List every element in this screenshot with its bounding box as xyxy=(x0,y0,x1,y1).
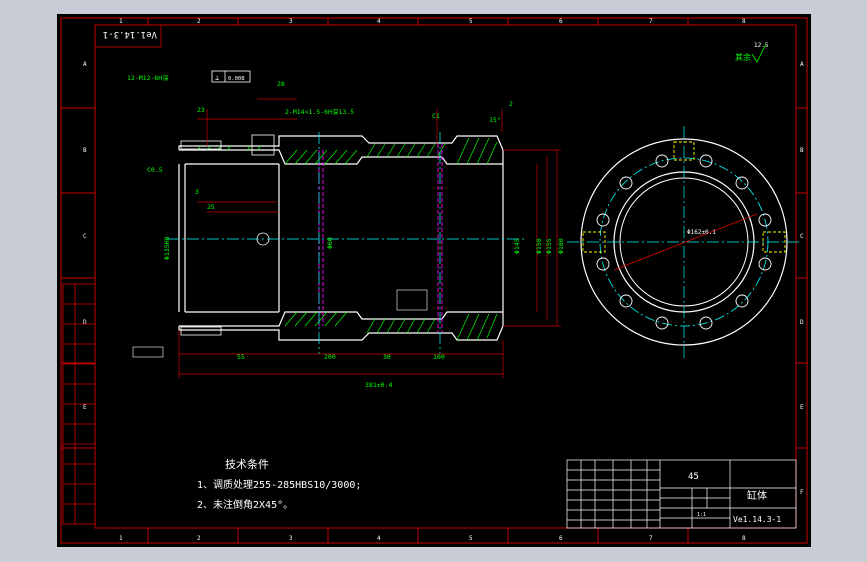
tech-line-1: 1、调质处理255-285HBS10/3000; xyxy=(197,479,361,491)
svg-text:Φ135H8: Φ135H8 xyxy=(163,236,171,260)
svg-text:2: 2 xyxy=(197,535,201,542)
svg-text:Φ60: Φ60 xyxy=(326,237,334,249)
svg-text:8: 8 xyxy=(742,18,746,25)
svg-text:A: A xyxy=(800,61,804,68)
svg-text:100: 100 xyxy=(433,353,445,361)
svg-text:381±0.4: 381±0.4 xyxy=(365,381,392,389)
svg-text:E: E xyxy=(83,404,87,411)
svg-text:5: 5 xyxy=(469,535,473,542)
svg-text:8: 8 xyxy=(742,535,746,542)
side-table xyxy=(62,283,96,525)
svg-text:3: 3 xyxy=(289,535,293,542)
svg-text:4: 4 xyxy=(377,535,381,542)
svg-text:Φ180: Φ180 xyxy=(557,238,565,254)
svg-text:7: 7 xyxy=(649,18,653,25)
svg-text:B: B xyxy=(800,147,804,154)
svg-text:D: D xyxy=(800,319,804,326)
svg-text:6: 6 xyxy=(559,535,563,542)
svg-text:12-M12-6H深: 12-M12-6H深 xyxy=(127,73,169,82)
part-name: 缸体 xyxy=(747,489,767,502)
svg-text:6: 6 xyxy=(559,18,563,25)
svg-text:E: E xyxy=(800,404,804,411)
svg-text:2: 2 xyxy=(509,100,513,108)
svg-text:3: 3 xyxy=(195,188,199,196)
grid-labels: 12345678 12345678 ABCDE ABCDEF xyxy=(83,18,804,542)
svg-text:25: 25 xyxy=(207,203,215,211)
svg-text:C: C xyxy=(800,233,804,240)
svg-text:28: 28 xyxy=(277,80,285,88)
svg-text:2-M14×1.5-6H深13.5: 2-M14×1.5-6H深13.5 xyxy=(285,107,354,116)
scale: 1:1 xyxy=(697,512,706,518)
svg-text:⊥: ⊥ xyxy=(215,74,219,82)
svg-text:15°: 15° xyxy=(489,116,501,124)
dimension-labels: 381±0.4 55 30 100 200 28 23 25 3 2 15° 1… xyxy=(127,73,565,389)
svg-text:200: 200 xyxy=(324,353,336,361)
svg-text:3: 3 xyxy=(289,18,293,25)
svg-text:4: 4 xyxy=(377,18,381,25)
end-view: Φ162±0.1 xyxy=(567,126,802,359)
cad-drawing: 12345678 12345678 ABCDE ABCDEF Ve1.14.3-… xyxy=(60,17,808,544)
tech-title: 技术条件 xyxy=(225,457,269,471)
tech-line-2: 2、未注倒角2X45°。 xyxy=(197,498,293,511)
tolerance-value: 0.008 xyxy=(228,76,245,82)
dimension-lines xyxy=(178,98,561,378)
svg-text:23: 23 xyxy=(197,106,205,114)
pcd-label: Φ162±0.1 xyxy=(687,229,716,236)
svg-text:D: D xyxy=(83,319,87,326)
drawing-sheet: 12345678 12345678 ABCDE ABCDEF Ve1.14.3-… xyxy=(57,14,811,547)
svg-text:30: 30 xyxy=(383,353,391,361)
grid-ticks xyxy=(61,18,807,543)
material: 45 xyxy=(688,472,699,482)
svg-text:C0.5: C0.5 xyxy=(147,166,163,174)
roughness-note: 其余 xyxy=(735,52,751,62)
svg-text:1: 1 xyxy=(119,535,123,542)
svg-text:A: A xyxy=(83,61,87,68)
svg-text:Φ150: Φ150 xyxy=(535,238,543,254)
svg-text:5: 5 xyxy=(469,18,473,25)
roughness-value: 12.5 xyxy=(754,42,769,49)
section-view xyxy=(167,132,525,354)
svg-text:55: 55 xyxy=(237,353,245,361)
drawing-no: Ve1.14.3-1 xyxy=(733,515,781,524)
svg-text:C1: C1 xyxy=(432,112,440,120)
svg-text:C: C xyxy=(83,233,87,240)
svg-text:Φ155: Φ155 xyxy=(545,238,553,254)
svg-text:2: 2 xyxy=(197,18,201,25)
outer-frame xyxy=(60,17,808,544)
svg-text:B: B xyxy=(83,147,87,154)
svg-text:1: 1 xyxy=(119,18,123,25)
svg-text:F: F xyxy=(800,489,804,496)
svg-text:Φ145: Φ145 xyxy=(513,238,521,254)
tl-drawing-no: Ve1.14.3-1 xyxy=(103,29,157,39)
inner-frame xyxy=(94,24,797,529)
svg-text:7: 7 xyxy=(649,535,653,542)
